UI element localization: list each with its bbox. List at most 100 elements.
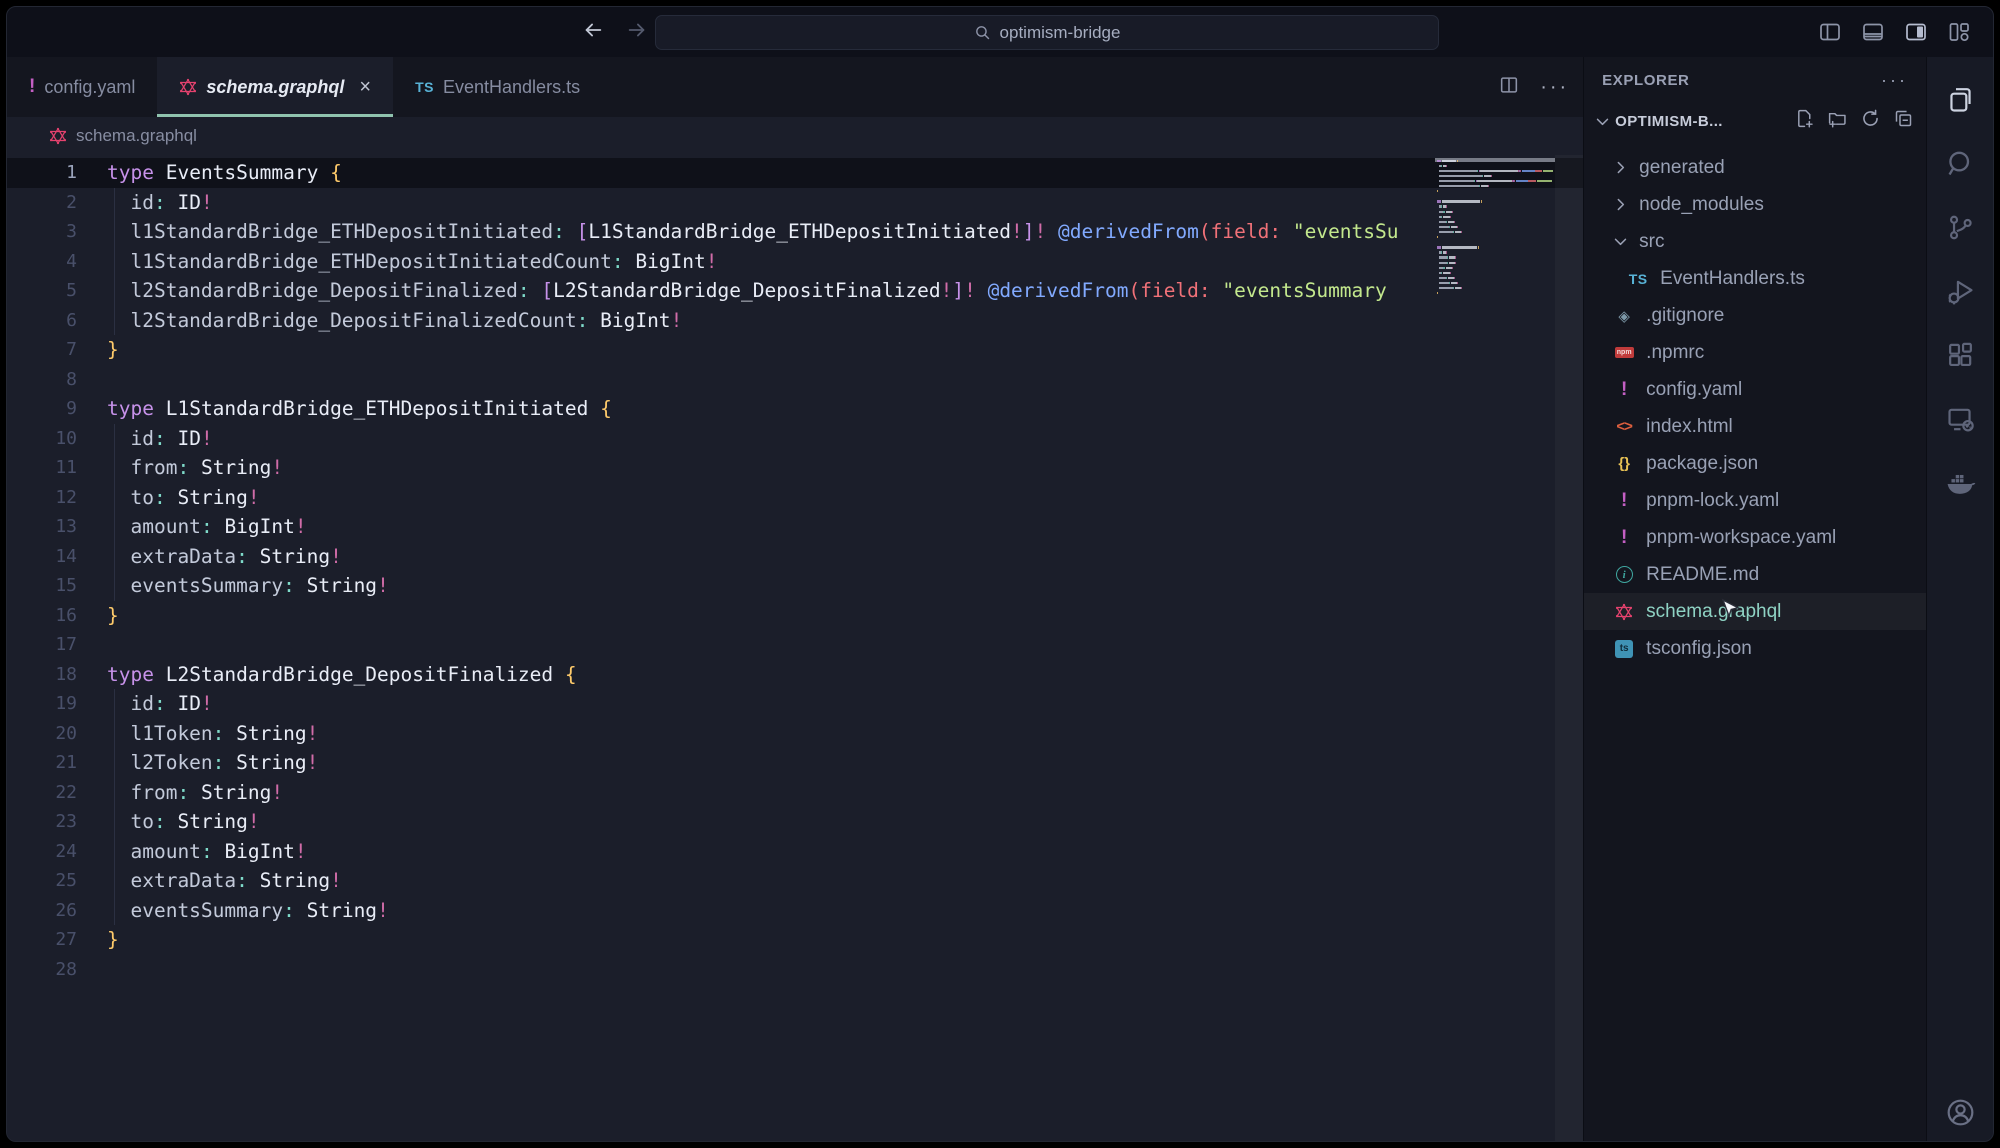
tree-file-schema-graphql[interactable]: schema.graphql [1584, 593, 1926, 630]
code-line[interactable]: 28 [7, 955, 1583, 985]
forward-arrow-icon[interactable] [626, 19, 648, 46]
tree-file-tsconfig-json[interactable]: tstsconfig.json [1584, 630, 1926, 667]
code-line[interactable]: 19 id: ID! [7, 689, 1583, 719]
code-text: extraData: String! [107, 542, 342, 572]
tree-folder-src[interactable]: src [1584, 223, 1926, 260]
split-editor-icon[interactable] [1498, 74, 1520, 101]
remote-explorer-icon[interactable] [1927, 387, 1994, 451]
line-number: 1 [7, 158, 107, 188]
tree-file-readme-md[interactable]: iREADME.md [1584, 556, 1926, 593]
command-center-search[interactable]: optimism-bridge [655, 15, 1439, 50]
back-arrow-icon[interactable] [582, 19, 604, 46]
code-line[interactable]: 7} [7, 335, 1583, 365]
code-line[interactable]: 5 l2StandardBridge_DepositFinalized: [L2… [7, 276, 1583, 306]
code-line[interactable]: 2 id: ID! [7, 188, 1583, 218]
line-number: 10 [7, 424, 107, 454]
tree-item-label: pnpm-workspace.yaml [1646, 527, 1836, 549]
tab-schema-graphql[interactable]: schema.graphql × [157, 57, 393, 117]
refresh-icon[interactable] [1860, 108, 1881, 135]
typescript-icon: TS [1629, 271, 1648, 287]
line-number: 11 [7, 453, 107, 483]
explorer-more-icon[interactable]: ··· [1881, 70, 1908, 91]
tab-config-yaml[interactable]: ! config.yaml [7, 57, 157, 117]
tree-file-package-json[interactable]: {}package.json [1584, 445, 1926, 482]
more-actions-icon[interactable]: ··· [1540, 76, 1569, 99]
code-line[interactable]: 24 amount: BigInt! [7, 837, 1583, 867]
new-folder-icon[interactable] [1827, 108, 1848, 135]
code-line[interactable]: 27} [7, 925, 1583, 955]
code-line[interactable]: 25 extraData: String! [7, 866, 1583, 896]
code-line[interactable]: 22 from: String! [7, 778, 1583, 808]
line-number: 12 [7, 483, 107, 513]
new-file-icon[interactable] [1794, 108, 1815, 135]
breadcrumb[interactable]: schema.graphql [7, 117, 1583, 155]
code-text: amount: BigInt! [107, 837, 307, 867]
code-line[interactable]: 15 eventsSummary: String! [7, 571, 1583, 601]
collapse-all-icon[interactable] [1893, 108, 1914, 135]
code-line[interactable]: 12 to: String! [7, 483, 1583, 513]
search-icon[interactable] [1927, 131, 1994, 195]
tree-file-config-yaml[interactable]: !config.yaml [1584, 371, 1926, 408]
code-line[interactable]: 16} [7, 601, 1583, 631]
source-control-icon[interactable] [1927, 195, 1994, 259]
tab-eventhandlers-ts[interactable]: TS EventHandlers.ts [393, 57, 602, 117]
code-line[interactable]: 11 from: String! [7, 453, 1583, 483]
line-number: 9 [7, 394, 107, 424]
code-text: } [107, 925, 119, 955]
tree-file-eventhandlers-ts[interactable]: TSEventHandlers.ts [1584, 260, 1926, 297]
layout-customize-icon[interactable] [1947, 20, 1971, 44]
line-number: 18 [7, 660, 107, 690]
tree-folder-generated[interactable]: generated [1584, 149, 1926, 186]
line-number: 19 [7, 689, 107, 719]
close-icon[interactable]: × [359, 77, 371, 97]
tree-file-pnpm-workspace-yaml[interactable]: !pnpm-workspace.yaml [1584, 519, 1926, 556]
code-line[interactable]: 14 extraData: String! [7, 542, 1583, 572]
editor-group: ! config.yaml schema.graphql × TS EventH… [7, 57, 1583, 1141]
editor-scrollbar[interactable] [1555, 155, 1583, 1141]
explorer-sidebar: EXPLORER ··· OPTIMISM-B... generatednode… [1584, 57, 1926, 1141]
chevron-down-icon [1594, 113, 1611, 130]
run-debug-icon[interactable] [1927, 259, 1994, 323]
workspace-section[interactable]: OPTIMISM-B... [1584, 103, 1926, 139]
panel-left-icon[interactable] [1818, 20, 1842, 44]
code-line[interactable]: 4 l1StandardBridge_ETHDepositInitiatedCo… [7, 247, 1583, 277]
code-line[interactable]: 9type L1StandardBridge_ETHDepositInitiat… [7, 394, 1583, 424]
explorer-icon[interactable] [1927, 67, 1994, 131]
code-line[interactable]: 23 to: String! [7, 807, 1583, 837]
vscode-window: optimism-bridge ! config.yaml [6, 6, 1994, 1142]
code-line[interactable]: 20 l1Token: String! [7, 719, 1583, 749]
typescript-icon: TS [415, 79, 434, 95]
code-line[interactable]: 1type EventsSummary { [7, 158, 1583, 188]
code-line[interactable]: 13 amount: BigInt! [7, 512, 1583, 542]
line-number: 23 [7, 807, 107, 837]
account-icon[interactable] [1927, 1096, 1994, 1129]
code-editor[interactable]: 1type EventsSummary {2 id: ID!3 l1Standa… [7, 155, 1583, 1141]
git-diamond-icon: ◈ [1618, 307, 1630, 325]
code-text: type L1StandardBridge_ETHDepositInitiate… [107, 394, 612, 424]
code-line[interactable]: 26 eventsSummary: String! [7, 896, 1583, 926]
extensions-icon[interactable] [1927, 323, 1994, 387]
search-icon [974, 24, 991, 41]
tree-item-label: node_modules [1639, 194, 1764, 216]
code-line[interactable]: 17 [7, 630, 1583, 660]
minimap[interactable] [1435, 158, 1555, 318]
tree-file--gitignore[interactable]: ◈.gitignore [1584, 297, 1926, 334]
panel-bottom-icon[interactable] [1861, 20, 1885, 44]
tree-file--npmrc[interactable]: npm.npmrc [1584, 334, 1926, 371]
code-line[interactable]: 18type L2StandardBridge_DepositFinalized… [7, 660, 1583, 690]
tree-file-pnpm-lock-yaml[interactable]: !pnpm-lock.yaml [1584, 482, 1926, 519]
code-line[interactable]: 8 [7, 365, 1583, 395]
code-line[interactable]: 3 l1StandardBridge_ETHDepositInitiated: … [7, 217, 1583, 247]
docker-icon[interactable] [1927, 451, 1994, 515]
panel-right-icon[interactable] [1904, 20, 1928, 44]
npm-icon: npm [1615, 347, 1634, 358]
code-line[interactable]: 6 l2StandardBridge_DepositFinalizedCount… [7, 306, 1583, 336]
line-number: 27 [7, 925, 107, 955]
code-line[interactable]: 21 l2Token: String! [7, 748, 1583, 778]
line-number: 7 [7, 335, 107, 365]
code-text: l1StandardBridge_ETHDepositInitiated: [L… [107, 217, 1399, 247]
tree-folder-node-modules[interactable]: node_modules [1584, 186, 1926, 223]
code-line[interactable]: 10 id: ID! [7, 424, 1583, 454]
code-text: to: String! [107, 483, 260, 513]
tree-file-index-html[interactable]: <>index.html [1584, 408, 1926, 445]
